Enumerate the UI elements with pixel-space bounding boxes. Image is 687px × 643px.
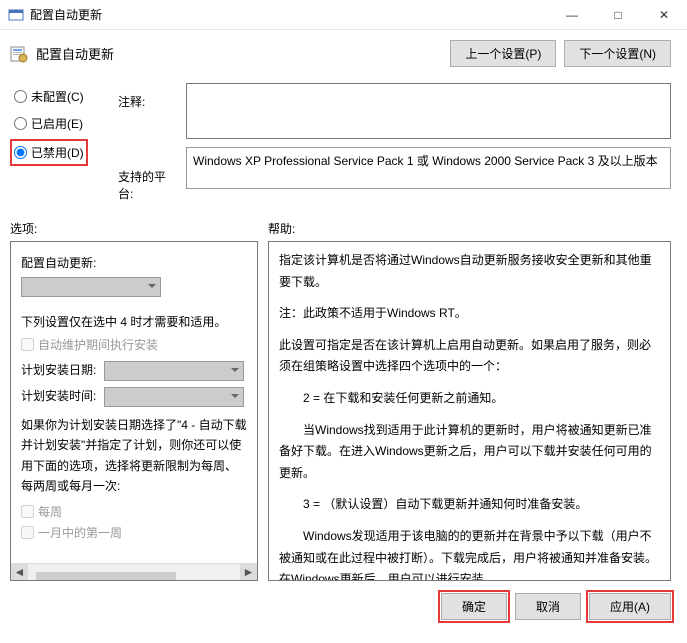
checkbox-first-week-label: 一月中的第一周 xyxy=(38,524,122,541)
next-setting-button[interactable]: 下一个设置(N) xyxy=(564,40,671,67)
help-label: 帮助: xyxy=(268,220,295,237)
field-labels: 注释: 支持的平台: xyxy=(118,83,178,208)
scroll-left-icon[interactable]: ◄ xyxy=(11,564,28,581)
cancel-button[interactable]: 取消 xyxy=(515,593,581,620)
help-p3: 此设置可指定是否在该计算机上启用自动更新。如果启用了服务，则必须在组策略设置中选… xyxy=(279,335,660,378)
comment-label: 注释: xyxy=(118,87,178,116)
ok-button[interactable]: 确定 xyxy=(441,593,507,620)
app-icon xyxy=(8,7,24,23)
sched-day-label: 计划安装日期: xyxy=(21,361,247,381)
help-p2: 注：此政策不适用于Windows RT。 xyxy=(279,303,660,325)
footer: 确定 取消 应用(A) xyxy=(0,581,687,632)
supported-platform-text: Windows XP Professional Service Pack 1 或… xyxy=(186,147,671,189)
options-note2: 如果你为计划安装日期选择了"4 - 自动下载并计划安装"并指定了计划，则你还可以… xyxy=(21,415,247,497)
sched-time-label: 计划安装时间: xyxy=(21,387,247,407)
radio-disabled-label: 已禁用(D) xyxy=(31,144,84,161)
prev-setting-button[interactable]: 上一个设置(P) xyxy=(450,40,556,67)
help-p4: 2 = 在下载和安装任何更新之前通知。 xyxy=(279,388,660,410)
help-p7: Windows发现适用于该电脑的的更新并在背景中予以下载（用户不被通知或在此过程… xyxy=(279,526,660,581)
checkbox-maintenance-input[interactable] xyxy=(21,338,34,351)
scroll-right-icon[interactable]: ► xyxy=(240,564,257,581)
help-pane[interactable]: 指定该计算机是否将通过Windows自动更新服务接收安全更新和其他重要下载。 注… xyxy=(268,241,671,581)
panels-header: 选项: 帮助: xyxy=(0,212,687,241)
minimize-button[interactable]: — xyxy=(549,0,595,30)
maximize-button[interactable]: □ xyxy=(595,0,641,30)
radio-enabled-label: 已启用(E) xyxy=(31,115,83,132)
header: 配置自动更新 上一个设置(P) 下一个设置(N) xyxy=(0,30,687,79)
checkbox-maintenance[interactable]: 自动维护期间执行安装 xyxy=(21,336,247,353)
titlebar: 配置自动更新 — □ ✕ xyxy=(0,0,687,30)
config-section: 未配置(C) 已启用(E) 已禁用(D) 注释: 支持的平台: Windows … xyxy=(0,79,687,212)
config-combobox[interactable] xyxy=(21,277,161,297)
help-p1: 指定该计算机是否将通过Windows自动更新服务接收安全更新和其他重要下载。 xyxy=(279,250,660,293)
platform-label: 支持的平台: xyxy=(118,162,178,208)
options-note1: 下列设置仅在选中 4 时才需要和适用。 xyxy=(21,313,247,330)
options-pane: 配置自动更新: 下列设置仅在选中 4 时才需要和适用。 自动维护期间执行安装 计… xyxy=(10,241,258,581)
checkbox-weekly-label: 每周 xyxy=(38,503,62,520)
radio-enabled-input[interactable] xyxy=(14,117,27,130)
options-hscrollbar[interactable]: ◄ ► xyxy=(11,563,257,580)
checkbox-first-week-input[interactable] xyxy=(21,526,34,539)
page-title: 配置自动更新 xyxy=(36,44,442,63)
radio-group: 未配置(C) 已启用(E) 已禁用(D) xyxy=(10,83,110,208)
window-controls: — □ ✕ xyxy=(549,0,687,30)
field-values: Windows XP Professional Service Pack 1 或… xyxy=(186,83,671,208)
panes: 配置自动更新: 下列设置仅在选中 4 时才需要和适用。 自动维护期间执行安装 计… xyxy=(0,241,687,581)
help-p6: 3 = （默认设置）自动下载更新并通知何时准备安装。 xyxy=(279,494,660,516)
sched-day-combobox[interactable] xyxy=(104,361,244,381)
sched-time-combobox[interactable] xyxy=(104,387,244,407)
radio-not-configured[interactable]: 未配置(C) xyxy=(10,83,110,110)
checkbox-maintenance-label: 自动维护期间执行安装 xyxy=(38,336,158,353)
radio-not-configured-label: 未配置(C) xyxy=(31,88,84,105)
apply-button[interactable]: 应用(A) xyxy=(589,593,671,620)
checkbox-weekly[interactable]: 每周 xyxy=(21,503,247,520)
radio-enabled[interactable]: 已启用(E) xyxy=(10,110,110,137)
scroll-thumb[interactable] xyxy=(36,572,176,581)
checkbox-first-week[interactable]: 一月中的第一周 xyxy=(21,524,247,541)
close-button[interactable]: ✕ xyxy=(641,0,687,30)
window-title: 配置自动更新 xyxy=(30,6,549,23)
help-p5: 当Windows找到适用于此计算机的更新时，用户将被通知更新已准备好下载。在进入… xyxy=(279,420,660,485)
options-label: 选项: xyxy=(10,220,258,237)
comment-textarea[interactable] xyxy=(186,83,671,139)
radio-disabled-input[interactable] xyxy=(14,146,27,159)
options-section-title: 配置自动更新: xyxy=(21,254,247,271)
radio-not-configured-input[interactable] xyxy=(14,90,27,103)
page-icon xyxy=(10,45,28,63)
options-content[interactable]: 配置自动更新: 下列设置仅在选中 4 时才需要和适用。 自动维护期间执行安装 计… xyxy=(11,242,257,563)
radio-disabled[interactable]: 已禁用(D) xyxy=(10,139,88,166)
checkbox-weekly-input[interactable] xyxy=(21,505,34,518)
